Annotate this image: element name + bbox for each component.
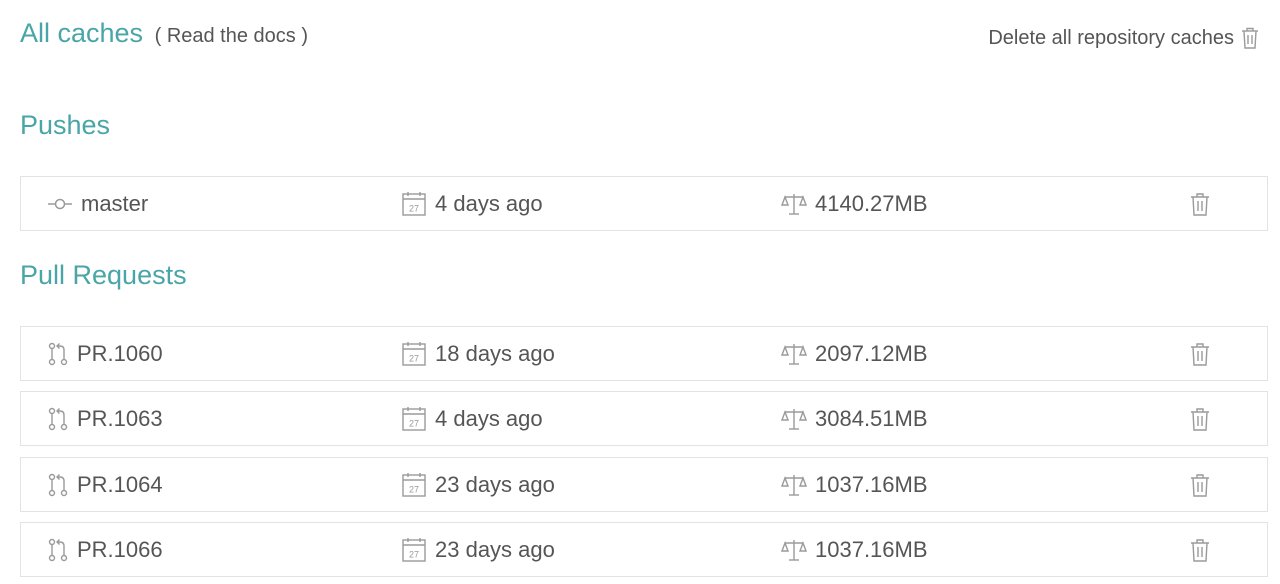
- cache-name-cell: PR.1064: [47, 458, 163, 511]
- cache-name: PR.1064: [77, 471, 163, 497]
- page-title-text: All caches: [20, 18, 144, 48]
- docs-close-paren: ): [301, 25, 309, 47]
- section-title: Pull Requests: [20, 260, 187, 290]
- delete-cache-button[interactable]: [1189, 327, 1211, 380]
- cache-name: master: [81, 190, 149, 216]
- trash-icon: [1189, 191, 1211, 217]
- trash-icon: [1189, 341, 1211, 367]
- cache-name: PR.1066: [77, 536, 163, 562]
- svg-text:27: 27: [409, 484, 419, 494]
- cache-date: 4 days ago: [435, 190, 543, 216]
- scale-icon: [781, 192, 807, 216]
- pull-request-icon: [47, 342, 69, 366]
- svg-text:27: 27: [409, 418, 419, 428]
- cache-date-cell: 27 23 days ago: [401, 458, 555, 511]
- docs-link-wrapper: ( Read the docs ): [155, 25, 308, 47]
- cache-date: 4 days ago: [435, 405, 543, 431]
- trash-icon: [1189, 472, 1211, 498]
- cache-row: PR.1064 27 23 days ago 1037.16MB: [20, 457, 1268, 512]
- delete-cache-button[interactable]: [1189, 458, 1211, 511]
- cache-name-cell: master: [47, 177, 148, 230]
- scale-icon: [781, 407, 807, 431]
- calendar-icon: 27: [401, 341, 427, 367]
- scale-icon: [781, 538, 807, 562]
- svg-text:27: 27: [409, 549, 419, 559]
- pull-request-icon: [47, 473, 69, 497]
- calendar-icon: 27: [401, 406, 427, 432]
- cache-row: PR.1063 27 4 days ago 3084.51MB: [20, 391, 1268, 446]
- delete-cache-button[interactable]: [1189, 177, 1211, 230]
- svg-text:27: 27: [409, 353, 419, 363]
- cache-name-cell: PR.1066: [47, 523, 163, 576]
- cache-size: 1037.16MB: [815, 471, 928, 497]
- calendar-icon: 27: [401, 191, 427, 217]
- delete-all-label: Delete all repository caches: [988, 26, 1234, 49]
- cache-size-cell: 3084.51MB: [781, 392, 928, 445]
- cache-date-cell: 27 4 days ago: [401, 177, 543, 230]
- page-header: All caches ( Read the docs ) Delete all …: [20, 14, 1260, 58]
- cache-size-cell: 4140.27MB: [781, 177, 928, 230]
- pull-request-icon: [47, 407, 69, 431]
- scale-icon: [781, 342, 807, 366]
- commit-icon: [47, 197, 73, 211]
- cache-row: PR.1060 27 18 days ago 2097.12MB: [20, 326, 1268, 381]
- trash-icon: [1189, 406, 1211, 432]
- pull-request-icon: [47, 538, 69, 562]
- trash-icon: [1240, 26, 1260, 50]
- cache-size: 1037.16MB: [815, 536, 928, 562]
- cache-name: PR.1063: [77, 405, 163, 431]
- delete-cache-button[interactable]: [1189, 523, 1211, 576]
- calendar-icon: 27: [401, 537, 427, 563]
- cache-row: PR.1066 27 23 days ago 1037.16MB: [20, 522, 1268, 577]
- cache-date: 23 days ago: [435, 536, 555, 562]
- cache-size: 3084.51MB: [815, 405, 928, 431]
- cache-size-cell: 1037.16MB: [781, 523, 928, 576]
- cache-name-cell: PR.1063: [47, 392, 163, 445]
- cache-row: master 27 4 days ago 4140.27MB: [20, 176, 1268, 231]
- section-title: Pushes: [20, 110, 111, 140]
- read-the-docs-link[interactable]: Read the docs: [167, 25, 296, 47]
- cache-date-cell: 27 18 days ago: [401, 327, 555, 380]
- page-title: All caches ( Read the docs ): [20, 18, 308, 49]
- cache-name: PR.1060: [77, 340, 163, 366]
- cache-date-cell: 27 23 days ago: [401, 523, 555, 576]
- cache-size: 4140.27MB: [815, 190, 928, 216]
- delete-all-caches-button[interactable]: Delete all repository caches: [988, 26, 1260, 50]
- cache-size-cell: 2097.12MB: [781, 327, 928, 380]
- cache-size-cell: 1037.16MB: [781, 458, 928, 511]
- docs-open-paren: (: [154, 25, 162, 47]
- cache-date: 18 days ago: [435, 340, 555, 366]
- cache-date: 23 days ago: [435, 471, 555, 497]
- svg-text:27: 27: [409, 203, 419, 213]
- calendar-icon: 27: [401, 472, 427, 498]
- trash-icon: [1189, 537, 1211, 563]
- scale-icon: [781, 473, 807, 497]
- delete-cache-button[interactable]: [1189, 392, 1211, 445]
- cache-date-cell: 27 4 days ago: [401, 392, 543, 445]
- cache-size: 2097.12MB: [815, 340, 928, 366]
- cache-name-cell: PR.1060: [47, 327, 163, 380]
